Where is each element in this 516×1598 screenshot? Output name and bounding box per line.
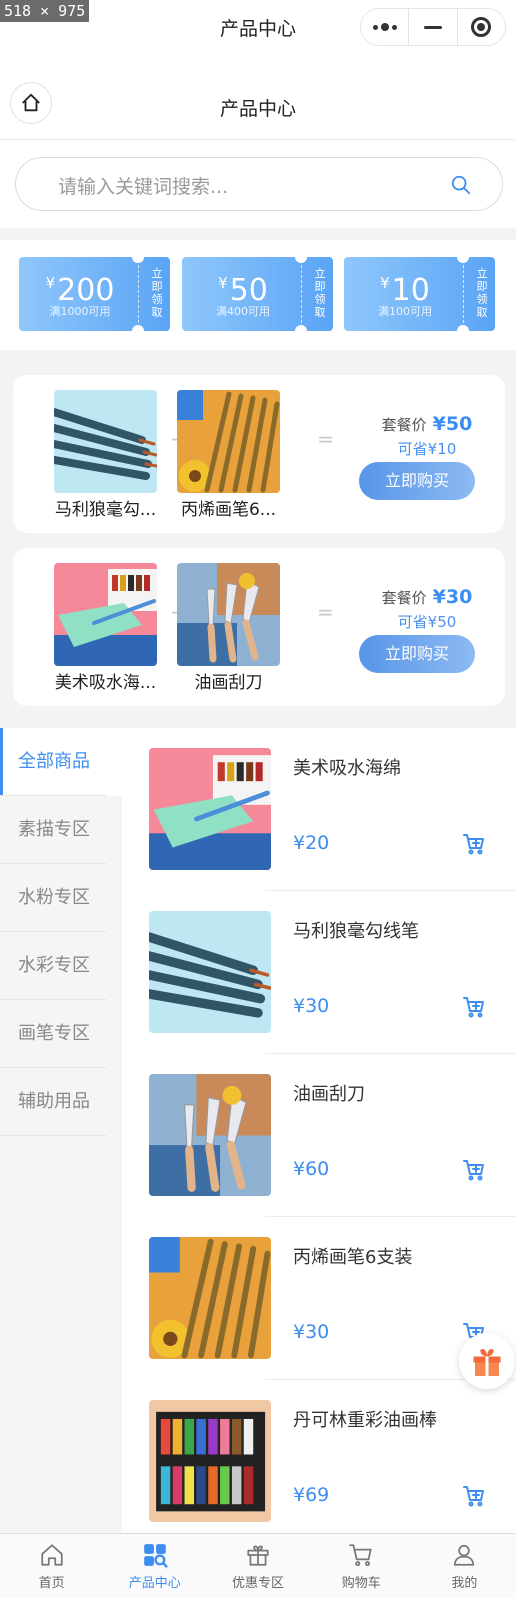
tab-label: 产品中心 <box>128 1576 181 1591</box>
tab-label: 购物车 <box>341 1576 381 1591</box>
sponge-image[interactable] <box>54 563 157 666</box>
product-name: 马利狼毫勾线笔 <box>293 921 419 942</box>
product-image[interactable] <box>149 911 271 1033</box>
tab-products[interactable]: 产品中心 <box>103 1534 206 1598</box>
product-list: 美术吸水海绵 ¥20 马利狼毫勾线笔 ¥30 油画刮刀 ¥60 丙烯画笔6支装 … <box>122 728 516 1543</box>
gift-icon <box>473 1349 501 1376</box>
product-price: ¥69 <box>293 1484 330 1506</box>
product-price: ¥30 <box>293 1321 330 1343</box>
product-price: ¥60 <box>293 1158 330 1180</box>
product-catalog: 全部商品 素描专区 水粉专区 水彩专区 画笔专区 辅助用品 美术吸水海绵 ¥20 <box>0 728 516 1533</box>
combo-price: 套餐价 ¥50 <box>381 413 473 435</box>
product-image[interactable] <box>149 1074 271 1196</box>
gift-icon <box>247 1545 269 1566</box>
equals-sign: = <box>317 600 334 624</box>
close-button[interactable] <box>458 9 505 45</box>
product-image[interactable] <box>149 1400 271 1522</box>
equals-sign: = <box>317 427 334 451</box>
tab-label: 我的 <box>451 1576 478 1591</box>
product-row[interactable]: 丹可林重彩油画棒 ¥69 <box>122 1380 516 1543</box>
coupon-card[interactable]: ¥200 满1000可用 立即领取 <box>19 257 170 331</box>
coupon-condition: 满100可用 <box>378 305 432 318</box>
product-price: ¥30 <box>293 995 330 1017</box>
screenshot-size-badge: 518 × 975 <box>0 0 90 22</box>
search-input[interactable]: 请输入关键词搜索... <box>15 157 503 211</box>
product-row[interactable]: 油画刮刀 ¥60 <box>122 1054 516 1217</box>
grid-search-icon <box>143 1544 168 1568</box>
palette-knife-image[interactable] <box>177 563 280 666</box>
category-item[interactable]: 辅助用品 <box>0 1068 122 1136</box>
search-icon[interactable] <box>450 174 472 196</box>
search-placeholder: 请输入关键词搜索... <box>58 176 229 198</box>
search-section: 请输入关键词搜索... <box>0 140 516 228</box>
combo-card: + = 马利狼毫勾... 丙烯画笔6... 套餐价¥50 可省¥10 立即购买 <box>13 375 505 533</box>
minimize-icon <box>423 25 442 29</box>
add-to-cart-icon[interactable] <box>462 832 486 856</box>
tab-label: 首页 <box>38 1576 65 1591</box>
product-name: 美术吸水海绵 <box>293 758 401 779</box>
coupon-claim-button[interactable]: 立即领取 <box>313 267 327 319</box>
combo-saving: 可省¥50 <box>397 613 457 631</box>
product-name: 丙烯画笔6支装 <box>293 1247 413 1268</box>
home-icon <box>40 1544 63 1566</box>
add-to-cart-icon[interactable] <box>462 1484 486 1508</box>
floating-gift-button[interactable] <box>459 1333 515 1389</box>
coupon-claim-button[interactable]: 立即领取 <box>150 267 164 319</box>
category-sidebar: 全部商品 素描专区 水粉专区 水彩专区 画笔专区 辅助用品 <box>0 728 122 1533</box>
combo-item-name: 美术吸水海... <box>54 673 157 693</box>
page-navbar: 产品中心 <box>0 56 516 140</box>
combo-price: 套餐价 ¥30 <box>381 586 473 608</box>
tab-cart[interactable]: 购物车 <box>310 1534 413 1598</box>
capsule-menu <box>360 8 506 46</box>
product-name: 丹可林重彩油画棒 <box>293 1410 437 1431</box>
tab-offers[interactable]: 优惠专区 <box>206 1534 309 1598</box>
tab-label: 优惠专区 <box>232 1576 285 1591</box>
buy-now-button[interactable]: 立即购买 <box>359 462 475 500</box>
product-row[interactable]: 马利狼毫勾线笔 ¥30 <box>122 891 516 1054</box>
coupon-condition: 满400可用 <box>216 305 270 318</box>
category-item[interactable]: 画笔专区 <box>0 1000 122 1068</box>
coupon-condition: 满1000可用 <box>49 305 111 318</box>
add-to-cart-icon[interactable] <box>462 995 486 1019</box>
brush-set-image[interactable] <box>54 390 157 493</box>
add-to-cart-icon[interactable] <box>462 1158 486 1182</box>
combo-saving: 可省¥10 <box>397 440 457 458</box>
product-row[interactable]: 丙烯画笔6支装 ¥30 <box>122 1217 516 1380</box>
cart-icon <box>349 1544 372 1567</box>
bottom-tab-bar: 首页 产品中心 优惠专区 购物车 我的 <box>0 1533 516 1598</box>
product-price: ¥20 <box>293 832 330 854</box>
more-dots-icon <box>372 23 397 31</box>
close-target-icon <box>471 17 492 37</box>
category-item[interactable]: 水彩专区 <box>0 932 122 1000</box>
category-item[interactable]: 素描专区 <box>0 796 122 864</box>
product-row[interactable]: 美术吸水海绵 ¥20 <box>122 728 516 891</box>
page-title: 产品中心 <box>219 98 296 120</box>
tab-home[interactable]: 首页 <box>0 1534 103 1598</box>
tab-profile[interactable]: 我的 <box>413 1534 516 1598</box>
coupon-claim-button[interactable]: 立即领取 <box>475 267 489 319</box>
minimize-button[interactable] <box>409 9 456 45</box>
user-icon <box>454 1544 475 1566</box>
category-item[interactable]: 水粉专区 <box>0 864 122 932</box>
combo-item-name: 马利狼毫勾... <box>54 500 157 520</box>
coupon-section: ¥200 满1000可用 立即领取 ¥50 满400可用 立即领取 ¥10 满1… <box>0 240 516 350</box>
product-image[interactable] <box>149 1237 271 1359</box>
combo-card: + = 美术吸水海... 油画刮刀 套餐价¥30 可省¥50 立即购买 <box>13 548 505 706</box>
buy-now-button[interactable]: 立即购买 <box>359 635 475 673</box>
product-name: 油画刮刀 <box>293 1084 365 1105</box>
combo-item-name: 油画刮刀 <box>194 673 263 693</box>
category-item[interactable]: 全部商品 <box>0 728 122 796</box>
coupon-card[interactable]: ¥50 满400可用 立即领取 <box>182 257 333 331</box>
coupon-card[interactable]: ¥10 满100可用 立即领取 <box>344 257 495 331</box>
acrylic-brushes-image[interactable] <box>177 390 280 493</box>
combo-item-name: 丙烯画笔6... <box>180 500 277 520</box>
product-image[interactable] <box>149 748 271 870</box>
more-button[interactable] <box>361 9 408 45</box>
